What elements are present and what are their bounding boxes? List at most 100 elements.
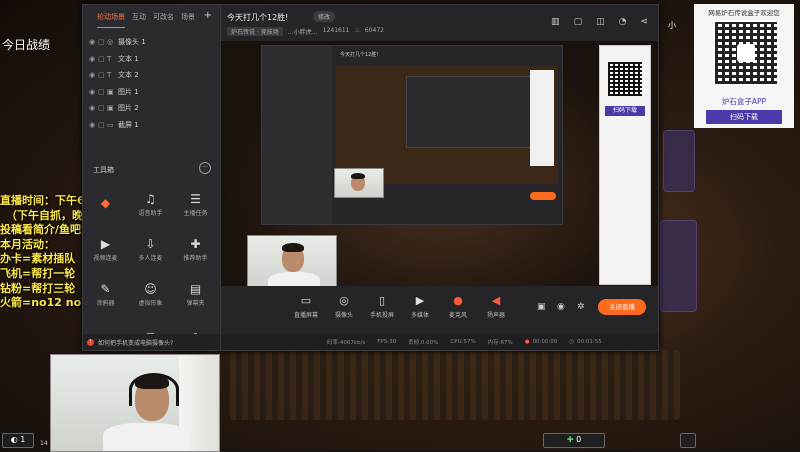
nested-sidebar bbox=[262, 46, 332, 224]
room-title: 今天打几个12胜! bbox=[227, 13, 289, 22]
trash-icon[interactable]: ▥ bbox=[551, 17, 560, 27]
help-link[interactable]: 如何把手机变成电脑摄像头? bbox=[98, 338, 173, 347]
add-scene-button[interactable]: + bbox=[204, 11, 212, 28]
layer-item[interactable]: ◉ ▢ T 文本 1 bbox=[83, 51, 220, 68]
monitor-icon: ▭ bbox=[300, 294, 312, 307]
layer-list: ◉ ▢ ◎ 摄像头 1 ◉ ▢ T 文本 1 ◉ ▢ T 文本 2 ◉ ▢ ▣ bbox=[83, 34, 220, 133]
lock-icon[interactable]: ▢ bbox=[98, 71, 107, 79]
phone-cast-button[interactable]: ▯ 手机投屏 bbox=[363, 294, 401, 319]
nested-close-button bbox=[530, 192, 556, 200]
tool-avatar[interactable]: ☺ 虚拟形象 bbox=[128, 273, 173, 315]
overlay-title: 今日战绩 bbox=[2, 38, 51, 52]
eye-icon[interactable]: ◉ bbox=[89, 38, 98, 46]
dropped-frames: 丢帧:0.00% bbox=[408, 340, 439, 346]
recommend-icon: ✚ bbox=[190, 236, 201, 251]
settings-icon[interactable]: ◫ bbox=[596, 17, 605, 27]
phone-icon: ▯ bbox=[378, 294, 386, 307]
nested-title: 今天打几个12胜! bbox=[340, 52, 379, 58]
scene-sidebar: 轮动场景 互动 可改名 场景 + ◉ ▢ ◎ 摄像头 1 ◉ ▢ T 文本 1 … bbox=[83, 5, 221, 350]
help-bar[interactable]: ! 如何把手机变成电脑摄像头? bbox=[83, 334, 220, 350]
fire-icon: ◆ bbox=[100, 196, 111, 210]
nested-preview bbox=[336, 66, 558, 184]
voice-icon: ♫ bbox=[145, 191, 156, 206]
eye-icon[interactable]: ◉ bbox=[89, 88, 98, 96]
tool-streamer-task[interactable]: ☰ 主播任务 bbox=[173, 183, 218, 225]
tab-interact[interactable]: 互动 bbox=[132, 12, 146, 28]
microphone-button[interactable]: ● 麦克风 bbox=[439, 294, 477, 319]
tool-doodle[interactable]: ✎ 涂鸦器 bbox=[83, 273, 128, 315]
lock-icon[interactable]: ▢ bbox=[98, 88, 107, 96]
image-icon: ▣ bbox=[107, 87, 114, 96]
header-icons: ▥ ▢ ◫ ◔ ⋖ bbox=[551, 17, 648, 27]
speaker-button[interactable]: ◀ 扬声器 bbox=[477, 294, 515, 319]
tab-rename[interactable]: 可改名 bbox=[153, 12, 174, 28]
memory: 内存:67% bbox=[487, 340, 513, 346]
screen-capture-button[interactable]: ▭ 直播屏幕 bbox=[287, 294, 325, 319]
tool-video-link[interactable]: ▶ 视频连麦 bbox=[83, 228, 128, 270]
modify-title-button[interactable]: 修改 bbox=[313, 11, 336, 22]
screen-icon: ▭ bbox=[107, 120, 114, 129]
lock-icon[interactable]: ▢ bbox=[98, 38, 107, 46]
layer-item[interactable]: ◉ ▢ ▭ 截屏 1 bbox=[83, 117, 220, 134]
lock-icon[interactable]: ▢ bbox=[98, 104, 107, 112]
layer-name: 摄像头 1 bbox=[118, 38, 146, 47]
tool-live-assistant[interactable]: ◆ bbox=[83, 183, 128, 225]
video-icon: ▶ bbox=[100, 236, 111, 251]
preview-qr-card: 扫码下载 bbox=[599, 45, 651, 285]
media-icon: ▶ bbox=[415, 294, 425, 307]
layer-name: 文本 2 bbox=[118, 71, 139, 80]
record-icon: ● bbox=[524, 339, 530, 345]
video-icon[interactable]: ▣ bbox=[537, 302, 546, 312]
lock-icon[interactable]: ▢ bbox=[574, 17, 583, 27]
layer-item[interactable]: ◉ ▢ ▣ 图片 1 bbox=[83, 84, 220, 101]
tool-danmaku[interactable]: ▤ 弹幕夹 bbox=[173, 273, 218, 315]
stream-preview[interactable]: 今天打几个12胜! 扫码下载 bbox=[221, 41, 658, 286]
danmaku-icon: ▤ bbox=[189, 281, 202, 296]
tool-recommend[interactable]: ✚ 推荐助手 bbox=[173, 228, 218, 270]
nested-qr-card bbox=[530, 70, 554, 166]
square-button bbox=[680, 433, 696, 448]
preview-webcam bbox=[247, 235, 337, 286]
promo-app-name: 炉石盒子APP bbox=[721, 97, 767, 106]
control-bar: ▭ 直播屏幕 ◎ 摄像头 ▯ 手机投屏 ▶ 多媒体 ● 麦克风 ◀ 扬声器 ▣ ◉ ✲ 关闭… bbox=[221, 287, 658, 333]
eye-icon[interactable]: ◉ bbox=[89, 71, 98, 79]
gear-icon[interactable]: ✲ bbox=[577, 302, 585, 312]
nested-webcam bbox=[334, 168, 384, 198]
stop-live-button[interactable]: 关闭直播 bbox=[598, 299, 646, 315]
top-right-label: 小 bbox=[668, 21, 676, 30]
background-card bbox=[663, 130, 695, 192]
eye-icon[interactable]: ◉ bbox=[89, 104, 98, 112]
lock-icon[interactable]: ▢ bbox=[98, 121, 107, 129]
game-bottom-bar: ◐ 1 14 ✚ 0 bbox=[0, 432, 800, 450]
layer-item[interactable]: ◉ ▢ T 文本 2 bbox=[83, 67, 220, 84]
layer-item[interactable]: ◉ ▢ ◎ 摄像头 1 bbox=[83, 34, 220, 51]
avatar-icon: ☺ bbox=[144, 281, 157, 296]
cpu: CPU:57% bbox=[450, 339, 476, 345]
share-icon[interactable]: ⋖ bbox=[640, 17, 648, 27]
eye-icon[interactable]: ◉ bbox=[557, 302, 565, 312]
camera-icon: ◎ bbox=[339, 294, 349, 307]
layer-item[interactable]: ◉ ▢ ▣ 图片 2 bbox=[83, 100, 220, 117]
nested-inner-window bbox=[406, 76, 538, 148]
multimedia-button[interactable]: ▶ 多媒体 bbox=[401, 294, 439, 319]
lock-icon[interactable]: ▢ bbox=[98, 55, 107, 63]
toolbox-more-button[interactable]: ··· bbox=[199, 162, 211, 174]
background-card bbox=[660, 220, 697, 312]
microphone-icon: ● bbox=[453, 294, 463, 307]
bitrate: 码率:4067kb/s bbox=[327, 340, 366, 346]
tool-voice-assistant[interactable]: ♫ 语音助手 bbox=[128, 183, 173, 225]
tab-scenes[interactable]: 轮动场景 bbox=[97, 12, 125, 28]
text-icon: T bbox=[107, 54, 112, 63]
camera-icon: ◎ bbox=[107, 38, 114, 47]
layer-name: 图片 1 bbox=[118, 87, 139, 96]
eye-icon[interactable]: ◉ bbox=[89, 55, 98, 63]
eye-icon[interactable]: ◉ bbox=[89, 121, 98, 129]
room-category[interactable]: 炉石传说 · 竞技场 bbox=[227, 27, 283, 36]
camera-button[interactable]: ◎ 摄像头 bbox=[325, 294, 363, 319]
task-icon: ☰ bbox=[190, 191, 201, 206]
notification-icon[interactable]: ◔ bbox=[619, 17, 627, 27]
promo-download-button: 扫码下载 bbox=[706, 110, 782, 124]
tool-multi-link[interactable]: ⇩ 多人连麦 bbox=[128, 228, 173, 270]
tab-scene[interactable]: 场景 bbox=[181, 12, 195, 28]
plus-icon: ✚ bbox=[566, 435, 574, 444]
